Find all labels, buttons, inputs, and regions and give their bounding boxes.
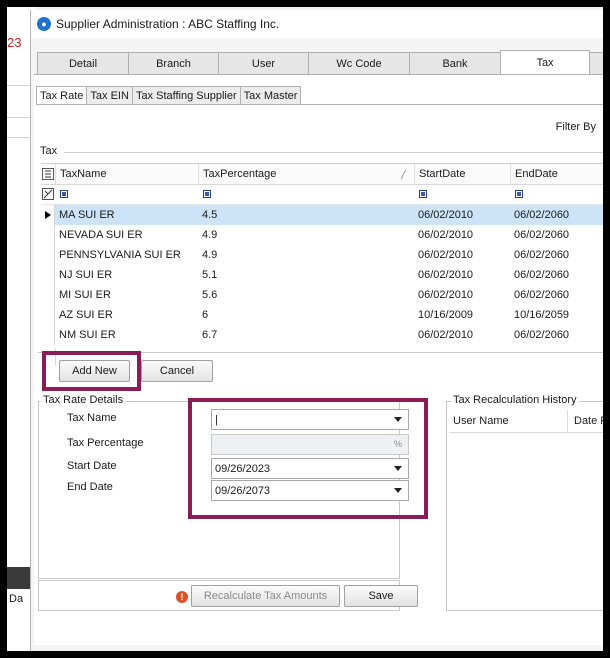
title-bar: ● Supplier Administration : ABC Staffing… — [31, 10, 603, 38]
tax-recalculation-history-title: Tax Recalculation History — [451, 394, 579, 406]
cell-taxname: NEVADA SUI ER — [59, 229, 143, 241]
tax-tab-content: Tax Rate Tax EIN Tax Staffing Supplier T… — [34, 74, 603, 645]
current-row-indicator-icon — [41, 205, 55, 225]
window-title: Supplier Administration : ABC Staffing I… — [56, 17, 280, 31]
table-row[interactable]: NM SUI ER 6.7 06/02/2010 06/02/2060 — [41, 325, 603, 345]
divider — [567, 410, 568, 432]
clear-filter-icon[interactable] — [41, 184, 56, 204]
warning-icon: ! — [176, 591, 188, 603]
cell-enddate: 10/16/2059 — [514, 309, 570, 321]
tab-overflow[interactable] — [589, 52, 603, 75]
subtab-tax-ein[interactable]: Tax EIN — [86, 86, 133, 105]
cell-startdate: 06/02/2010 — [418, 329, 474, 341]
row-header — [41, 325, 55, 345]
sub-tab-strip: Tax Rate Tax EIN Tax Staffing Supplier T… — [36, 86, 302, 105]
history-col-date-recalc[interactable]: Date Recalc — [574, 410, 603, 432]
history-header-row: User Name Date Recalc — [449, 410, 603, 433]
row-header — [41, 245, 55, 265]
grid-filter-row — [41, 184, 603, 205]
cell-startdate: 06/02/2010 — [418, 289, 474, 301]
divider — [64, 152, 603, 153]
filter-enddate-checkbox[interactable] — [515, 184, 523, 204]
col-header-taxpercentage[interactable]: TaxPercentage ╱ — [198, 164, 414, 184]
filter-taxpercentage-checkbox[interactable] — [203, 184, 211, 204]
app-icon: ● — [37, 17, 51, 31]
cell-taxpercentage: 4.9 — [202, 249, 218, 261]
cell-startdate: 06/02/2010 — [418, 209, 474, 221]
cell-enddate: 06/02/2060 — [514, 229, 570, 241]
cell-enddate: 06/02/2060 — [514, 289, 570, 301]
cell-startdate: 06/02/2010 — [418, 249, 474, 261]
table-row[interactable]: AZ SUI ER 6 10/16/2009 10/16/2059 — [41, 305, 603, 325]
filter-startdate-checkbox[interactable] — [419, 184, 427, 204]
background-side-text: Da — [9, 593, 24, 605]
background-red-text: 23 — [7, 35, 22, 50]
cell-taxname: MA SUI ER — [59, 209, 115, 221]
col-header-taxpercentage-label: TaxPercentage — [203, 168, 277, 180]
divider — [36, 104, 603, 105]
col-header-startdate[interactable]: StartDate — [414, 164, 510, 184]
cell-taxname: NM SUI ER — [59, 329, 116, 341]
cell-taxpercentage: 6 — [202, 309, 209, 321]
cell-taxname: NJ SUI ER — [59, 269, 113, 281]
end-date-label: End Date — [67, 481, 113, 493]
column-chooser-icon[interactable] — [41, 164, 55, 184]
details-fields-highlight — [188, 398, 428, 519]
cell-taxname: AZ SUI ER — [59, 309, 113, 321]
cell-taxpercentage: 6.7 — [202, 329, 218, 341]
filter-by-label[interactable]: Filter By — [556, 121, 596, 133]
tab-bank[interactable]: Bank — [409, 52, 501, 75]
row-header — [41, 285, 55, 305]
cell-taxpercentage: 5.6 — [202, 289, 218, 301]
filter-taxname-checkbox[interactable] — [60, 184, 68, 204]
screen: 23 Da ● Supplier Administration : ABC St… — [7, 7, 603, 651]
cell-taxpercentage: 4.5 — [202, 209, 218, 221]
row-header — [41, 225, 55, 245]
cell-startdate: 10/16/2009 — [418, 309, 474, 321]
subtab-tax-master[interactable]: Tax Master — [239, 86, 302, 105]
recalculate-tax-amounts-button[interactable]: Recalculate Tax Amounts — [191, 585, 340, 607]
save-button[interactable]: Save — [344, 585, 418, 607]
row-header — [41, 305, 55, 325]
tax-rate-details-title: Tax Rate Details — [41, 394, 126, 406]
row-header — [41, 265, 55, 285]
table-row[interactable]: PENNSYLVANIA SUI ER 4.9 06/02/2010 06/02… — [41, 245, 603, 265]
table-row[interactable]: NJ SUI ER 5.1 06/02/2010 06/02/2060 — [41, 265, 603, 285]
tax-grid: TaxName TaxPercentage ╱ StartDate EndDat… — [41, 163, 603, 368]
cancel-button[interactable]: Cancel — [141, 360, 213, 382]
cell-enddate: 06/02/2060 — [514, 329, 570, 341]
tab-detail[interactable]: Detail — [37, 52, 129, 75]
tab-user[interactable]: User — [218, 52, 309, 75]
cell-taxpercentage: 4.9 — [202, 229, 218, 241]
cell-taxpercentage: 5.1 — [202, 269, 218, 281]
tax-percentage-label: Tax Percentage — [67, 437, 144, 449]
table-row[interactable]: MI SUI ER 5.6 06/02/2010 06/02/2060 — [41, 285, 603, 305]
cell-enddate: 06/02/2060 — [514, 249, 570, 261]
tab-branch[interactable]: Branch — [128, 52, 219, 75]
table-row[interactable]: NEVADA SUI ER 4.9 06/02/2010 06/02/2060 — [41, 225, 603, 245]
cell-taxname: MI SUI ER — [59, 289, 111, 301]
col-header-enddate[interactable]: EndDate — [510, 164, 603, 184]
cell-enddate: 06/02/2060 — [514, 209, 570, 221]
start-date-label: Start Date — [67, 460, 117, 472]
tab-wc-code[interactable]: Wc Code — [308, 52, 410, 75]
tax-name-label: Tax Name — [67, 412, 117, 424]
tax-group-label: Tax — [40, 145, 58, 157]
cell-startdate: 06/02/2010 — [418, 229, 474, 241]
subtab-tax-staffing-supplier[interactable]: Tax Staffing Supplier — [131, 86, 241, 105]
sort-indicator-icon: ╱ — [401, 169, 406, 179]
supplier-admin-dialog: ● Supplier Administration : ABC Staffing… — [30, 10, 603, 651]
tab-tax[interactable]: Tax — [500, 50, 590, 75]
col-header-taxname[interactable]: TaxName — [55, 164, 198, 184]
cell-enddate: 06/02/2060 — [514, 269, 570, 281]
cell-startdate: 06/02/2010 — [418, 269, 474, 281]
add-new-highlight — [42, 351, 141, 391]
cell-taxname: PENNSYLVANIA SUI ER — [59, 249, 181, 261]
history-col-username[interactable]: User Name — [453, 410, 509, 432]
grid-header-row: TaxName TaxPercentage ╱ StartDate EndDat… — [41, 164, 603, 185]
table-row[interactable]: MA SUI ER 4.5 06/02/2010 06/02/2060 — [41, 205, 603, 225]
subtab-tax-rate[interactable]: Tax Rate — [36, 86, 88, 105]
top-tab-strip: Detail Branch User Wc Code Bank Tax — [37, 50, 603, 75]
